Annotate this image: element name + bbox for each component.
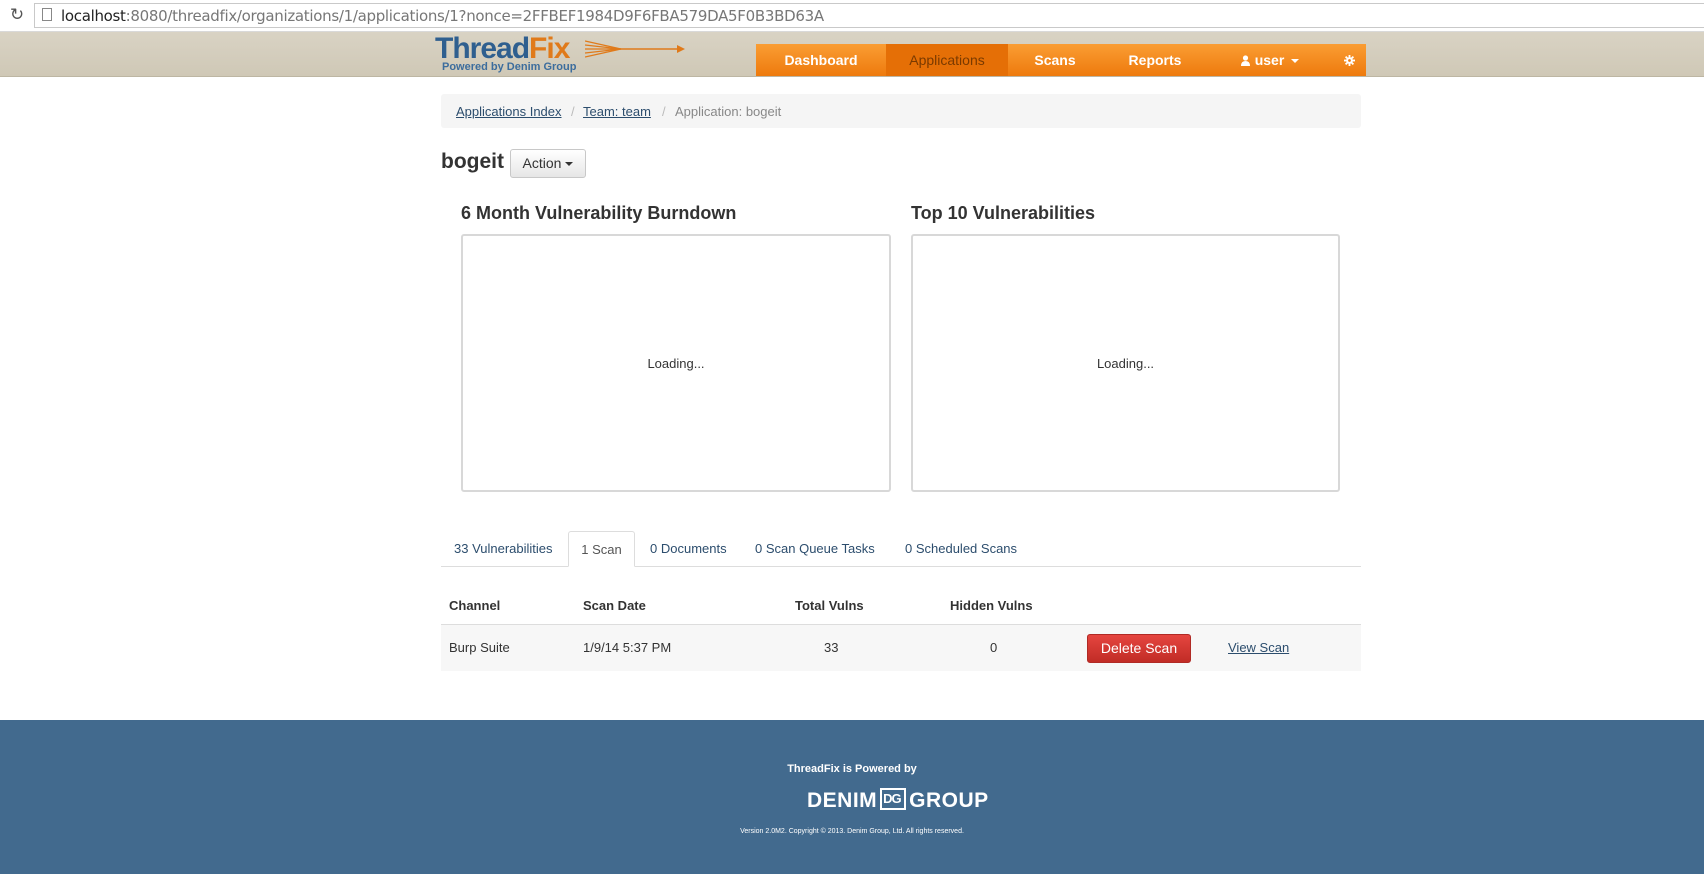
column-header-total-vulns: Total Vulns — [795, 598, 864, 613]
burndown-chart-panel: Loading... — [461, 234, 891, 492]
scan-channel: Burp Suite — [449, 640, 510, 655]
settings-gear[interactable] — [1332, 44, 1366, 76]
reload-icon[interactable]: ↻ — [8, 6, 26, 24]
action-dropdown-button[interactable]: Action — [510, 149, 586, 178]
delete-scan-button[interactable]: Delete Scan — [1087, 634, 1191, 663]
main-nav: Dashboard Applications Scans Reports use… — [756, 44, 1366, 76]
scan-hidden-vulns: 0 — [990, 640, 998, 655]
breadcrumb-current-application: Application: bogeit — [675, 104, 782, 119]
breadcrumb-separator: / — [662, 104, 666, 119]
logo-rays-icon — [585, 40, 685, 58]
url-path: :8080/threadfix/organizations/1/applicat… — [125, 7, 824, 25]
action-label: Action — [522, 155, 562, 171]
url-text[interactable]: localhost:8080/threadfix/organizations/1… — [61, 7, 824, 25]
column-header-hidden-vulns: Hidden Vulns — [950, 598, 1033, 613]
denim-group-logo[interactable]: DENIM DG GROUP — [807, 788, 989, 818]
nav-dashboard[interactable]: Dashboard — [756, 44, 886, 76]
top10-title: Top 10 Vulnerabilities — [911, 203, 1096, 223]
scan-total-vulns: 33 — [824, 640, 839, 655]
footer-powered-by: ThreadFix is Powered by — [787, 763, 917, 775]
top10-loading-text: Loading... — [1096, 356, 1155, 371]
nav-reports[interactable]: Reports — [1102, 44, 1208, 76]
breadcrumb: Applications Index / Team: team / Applic… — [441, 94, 1361, 128]
user-icon — [1240, 55, 1250, 66]
tab-scheduled-scans[interactable]: 0 Scheduled Scans — [905, 531, 1017, 566]
denim-group-mark-icon: DG — [880, 788, 907, 810]
column-header-channel: Channel — [449, 598, 501, 613]
logo-tagline: Powered by Denim Group — [442, 61, 577, 73]
view-scan-link[interactable]: View Scan — [1228, 640, 1289, 655]
nav-user-menu[interactable]: user — [1208, 44, 1332, 76]
footer-logo-right: GROUP — [909, 789, 989, 812]
tab-scan-queue-tasks[interactable]: 0 Scan Queue Tasks — [755, 531, 875, 566]
page-title: bogeit — [441, 150, 504, 173]
footer-copyright: Version 2.0M2. Copyright © 2013. Denim G… — [740, 828, 964, 835]
footer-logo-mark: DG — [883, 791, 901, 806]
table-row: Burp Suite 1/9/14 5:37 PM 33 0 Delete Sc… — [441, 624, 1361, 671]
tab-scans[interactable]: 1 Scan — [568, 531, 635, 567]
scan-date: 1/9/14 5:37 PM — [583, 640, 672, 655]
url-host: localhost — [61, 7, 126, 25]
nav-scans[interactable]: Scans — [1008, 44, 1102, 76]
footer: ThreadFix is Powered by DENIM DG GROUP Ver… — [0, 720, 1704, 874]
tab-vulnerabilities[interactable]: 33 Vulnerabilities — [454, 531, 553, 566]
column-header-scan-date: Scan Date — [583, 598, 646, 613]
page-icon — [42, 8, 52, 21]
chevron-down-icon — [1291, 59, 1300, 63]
tab-documents[interactable]: 0 Documents — [650, 531, 727, 566]
footer-logo-left: DENIM — [807, 789, 878, 812]
nav-applications[interactable]: Applications — [886, 44, 1008, 76]
caret-down-icon — [565, 162, 574, 166]
user-label: user — [1254, 52, 1285, 68]
breadcrumb-team[interactable]: Team: team — [583, 104, 651, 119]
burndown-loading-text: Loading... — [647, 356, 705, 371]
top10-chart-panel: Loading... — [911, 234, 1340, 492]
breadcrumb-applications-index[interactable]: Applications Index — [456, 104, 562, 119]
gear-icon — [1343, 55, 1355, 66]
breadcrumb-separator: / — [571, 104, 575, 119]
burndown-title: 6 Month Vulnerability Burndown — [461, 203, 737, 223]
